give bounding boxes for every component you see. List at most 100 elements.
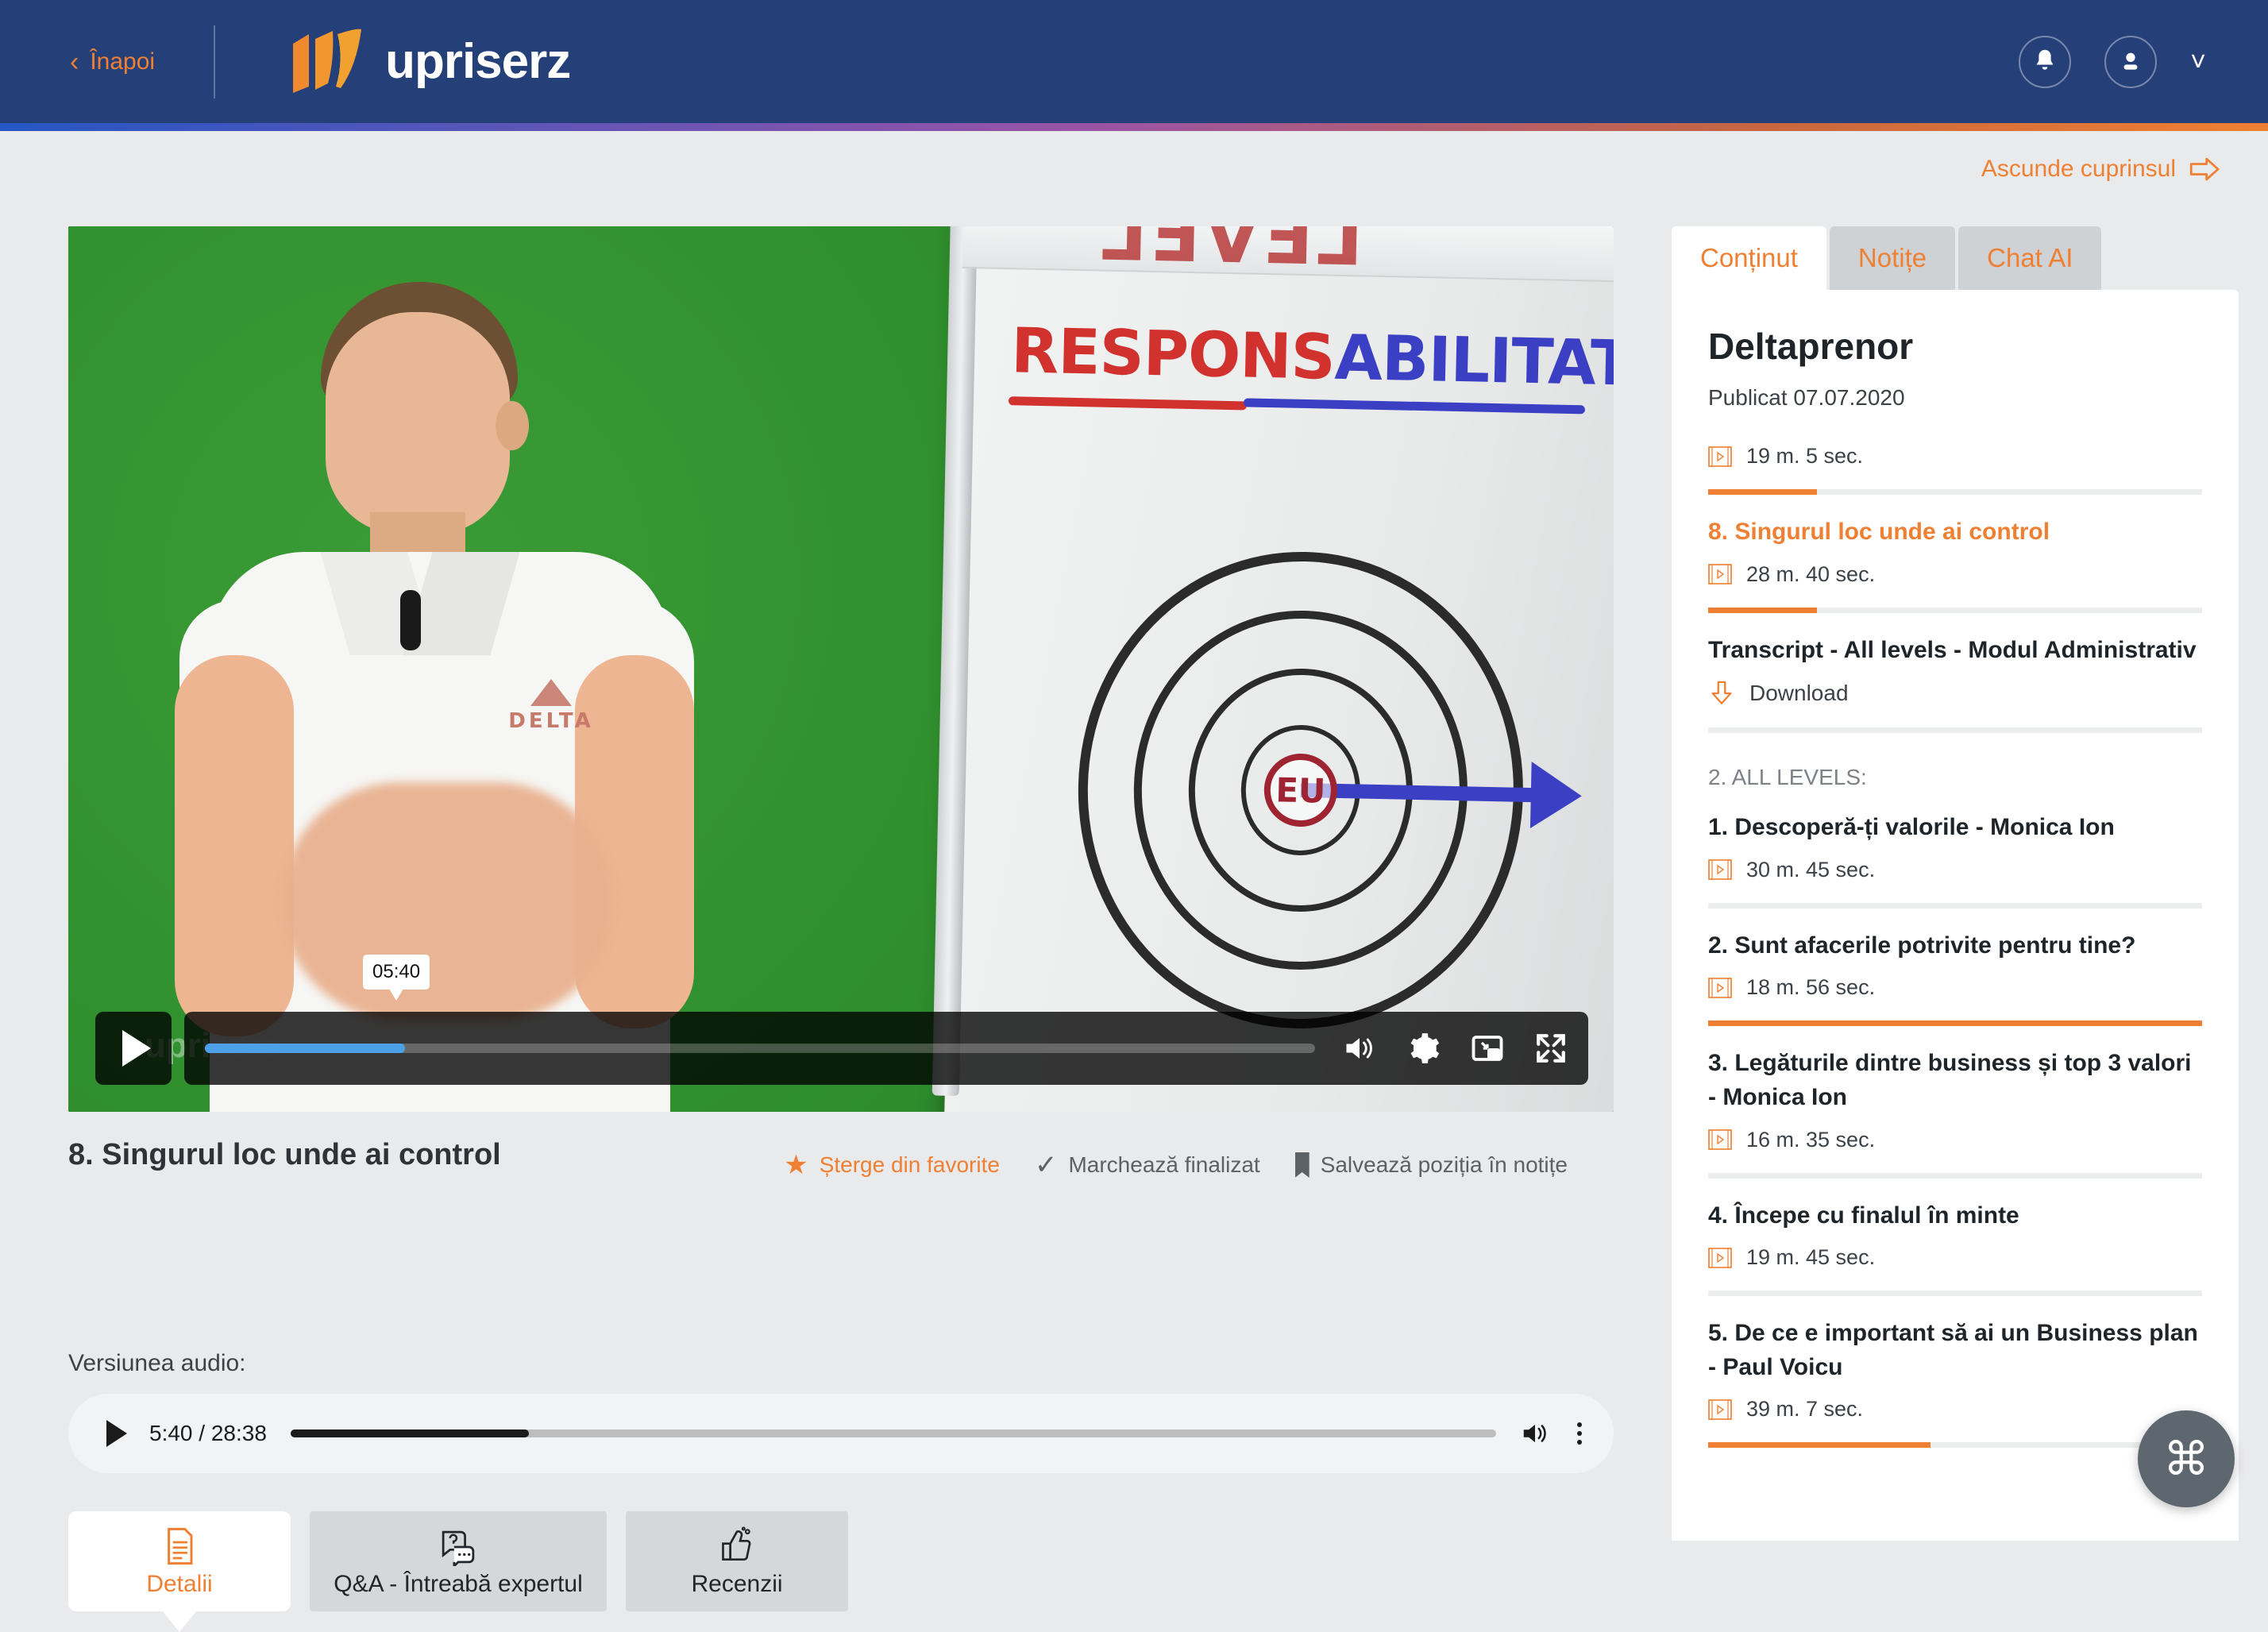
toc-item-progress (1708, 1173, 2202, 1179)
toc-item-progress (1708, 727, 2202, 733)
tab-qa[interactable]: Q&A - Întreabă expertul (310, 1511, 607, 1611)
course-published-date: Publicat 07.07.2020 (1708, 385, 2202, 411)
remove-from-favorites-label: Șterge din favorite (820, 1152, 1000, 1178)
video-controls: 05:40 (95, 1012, 1588, 1085)
toc-item[interactable]: 8. Singurul loc unde ai control28 m. 40 … (1708, 495, 2202, 613)
video-icon (1708, 1129, 1732, 1150)
hide-toc-button[interactable]: Ascunde cuprinsul (1981, 156, 2222, 183)
whiteboard-previous-page-text: LEVEL (1097, 226, 1364, 282)
remove-from-favorites-button[interactable]: ★ Șterge din favorite (784, 1152, 1000, 1179)
toc-item-duration: 19 m. 45 sec. (1746, 1245, 1875, 1270)
chevron-left-icon: ‹ (70, 48, 79, 75)
toc-list: 19 m. 5 sec. 8. Singurul loc unde ai cont… (1708, 411, 2202, 1448)
video-icon (1708, 978, 1732, 998)
document-icon (163, 1525, 196, 1566)
download-icon (1708, 680, 1735, 707)
back-button[interactable]: ‹ Înapoi (70, 48, 155, 75)
video-icon (1708, 859, 1732, 880)
toc-item-title: 1. Descoperă-ți valorile - Monica Ion (1708, 811, 2202, 845)
kebab-menu-icon[interactable] (1577, 1422, 1582, 1445)
tab-detalii[interactable]: Detalii (68, 1511, 291, 1611)
tab-recenzii-label: Recenzii (691, 1571, 782, 1598)
fullscreen-icon[interactable] (1534, 1032, 1568, 1065)
toc-item-duration: 18 m. 56 sec. (1746, 975, 1875, 1000)
audio-player[interactable]: 5:40 / 28:38 (68, 1394, 1614, 1473)
volume-icon[interactable] (1520, 1421, 1550, 1446)
toc-item-title: 2. Sunt afacerile potrivite pentru tine? (1708, 929, 2202, 963)
sidebar-tab-continut[interactable]: Conținut (1672, 226, 1826, 290)
video-icon (1708, 446, 1732, 467)
toc-item[interactable]: 2. Sunt afacerile potrivite pentru tine?… (1708, 909, 2202, 1027)
video-player[interactable]: DELTA LEVEL RESPONSABILITATE EU upriserz… (68, 226, 1614, 1112)
thumbs-up-icon (719, 1525, 754, 1566)
toc-item-download[interactable]: Download (1708, 680, 2202, 707)
video-right-controls (1342, 1032, 1568, 1065)
main-content: DELTA LEVEL RESPONSABILITATE EU upriserz… (0, 131, 1660, 1541)
whiteboard-title-red: RESPONS (1010, 315, 1335, 394)
video-play-button[interactable] (95, 1012, 172, 1085)
toc-item[interactable]: 4. Începe cu finalul în minte 19 m. 45 se… (1708, 1179, 2202, 1297)
check-icon: ✓ (1035, 1152, 1058, 1179)
detail-tabs: Detalii Q&A - Întreabă expertul (68, 1511, 848, 1611)
toc-item-progress (1708, 903, 2202, 909)
mark-completed-button[interactable]: ✓ Marchează finalizat (1035, 1152, 1260, 1179)
sidebar-tab-notite[interactable]: Notițe (1830, 226, 1955, 290)
save-position-in-notes-button[interactable]: Salvează poziția în notițe (1295, 1152, 1568, 1178)
video-icon (1708, 564, 1732, 585)
video-seek-area[interactable]: 05:40 (184, 1012, 1588, 1085)
account-button[interactable] (2104, 36, 2157, 88)
toc-item-progress (1708, 1442, 2202, 1448)
toc-item[interactable]: 5. De ce e important să ai un Business p… (1708, 1296, 2202, 1448)
video-progress-track[interactable] (205, 1044, 1315, 1053)
brand-logo[interactable]: upriserz (288, 28, 570, 96)
video-icon (1708, 1399, 1732, 1420)
bell-icon (2031, 48, 2058, 76)
bookmark-icon (1295, 1152, 1310, 1178)
toc-item[interactable]: 3. Legăturile dintre business și top 3 v… (1708, 1026, 2202, 1178)
toc-item-duration: 19 m. 5 sec. (1746, 444, 1863, 469)
toc-item-progress-fill (1708, 489, 1817, 495)
volume-icon[interactable] (1342, 1033, 1377, 1063)
audio-progress-track[interactable] (291, 1429, 1496, 1437)
gear-icon[interactable] (1407, 1032, 1441, 1065)
toc-item-progress-fill (1708, 608, 1817, 613)
logo-text: upriserz (385, 33, 570, 90)
toc-item-progress (1708, 608, 2202, 613)
sidebar-panel: Deltaprenor Publicat 07.07.2020 19 m. 5 … (1672, 290, 2239, 1541)
toc-item-meta: 19 m. 45 sec. (1708, 1245, 2202, 1270)
account-chevron-down-icon[interactable]: ˅ (2190, 48, 2206, 75)
audio-right-controls (1520, 1421, 1582, 1446)
upriserz-logo-icon (288, 28, 382, 96)
toc-item-duration: 30 m. 45 sec. (1746, 858, 1875, 882)
toc-item-progress (1708, 489, 2202, 495)
presenter-figure: DELTA (162, 282, 718, 1112)
back-label: Înapoi (90, 48, 155, 75)
sidebar-tab-chat-ai[interactable]: Chat AI (1958, 226, 2101, 290)
toc-item[interactable]: 19 m. 5 sec. (1708, 411, 2202, 495)
whiteboard-title-blue: ABILITATE (1334, 322, 1614, 401)
video-progress-fill (205, 1044, 405, 1053)
notifications-button[interactable] (2019, 36, 2071, 88)
whiteboard: LEVEL RESPONSABILITATE EU (944, 226, 1614, 1112)
audio-play-button[interactable] (106, 1420, 127, 1447)
tab-detalii-label: Detalii (146, 1571, 212, 1598)
tab-qa-label: Q&A - Întreabă expertul (334, 1571, 583, 1598)
audio-progress-fill (291, 1429, 530, 1437)
toc-item-meta: 30 m. 45 sec. (1708, 858, 2202, 882)
toc-item-title: 4. Începe cu finalul în minte (1708, 1199, 2202, 1233)
toc-item[interactable]: Transcript - All levels - Modul Administ… (1708, 613, 2202, 734)
toc-item[interactable]: 1. Descoperă-ți valorile - Monica Ion 30 … (1708, 790, 2202, 909)
header-actions: ˅ (2019, 36, 2206, 88)
toc-item-meta: 18 m. 56 sec. (1708, 975, 2202, 1000)
arrow-right-icon (2189, 156, 2222, 183)
miniplayer-icon[interactable] (1471, 1034, 1504, 1063)
save-position-label: Salvează poziția în notițe (1321, 1152, 1568, 1178)
audio-version-label: Versiunea audio: (68, 1350, 246, 1377)
user-icon (2117, 48, 2144, 75)
toc-item-meta: 39 m. 7 sec. (1708, 1397, 2202, 1422)
command-fab-button[interactable]: ⌘ (2138, 1410, 2235, 1507)
toc-item-meta: 28 m. 40 sec. (1708, 562, 2202, 587)
tab-recenzii[interactable]: Recenzii (626, 1511, 848, 1611)
toc-item-meta: 16 m. 35 sec. (1708, 1128, 2202, 1152)
course-title: Deltaprenor (1708, 325, 2202, 368)
